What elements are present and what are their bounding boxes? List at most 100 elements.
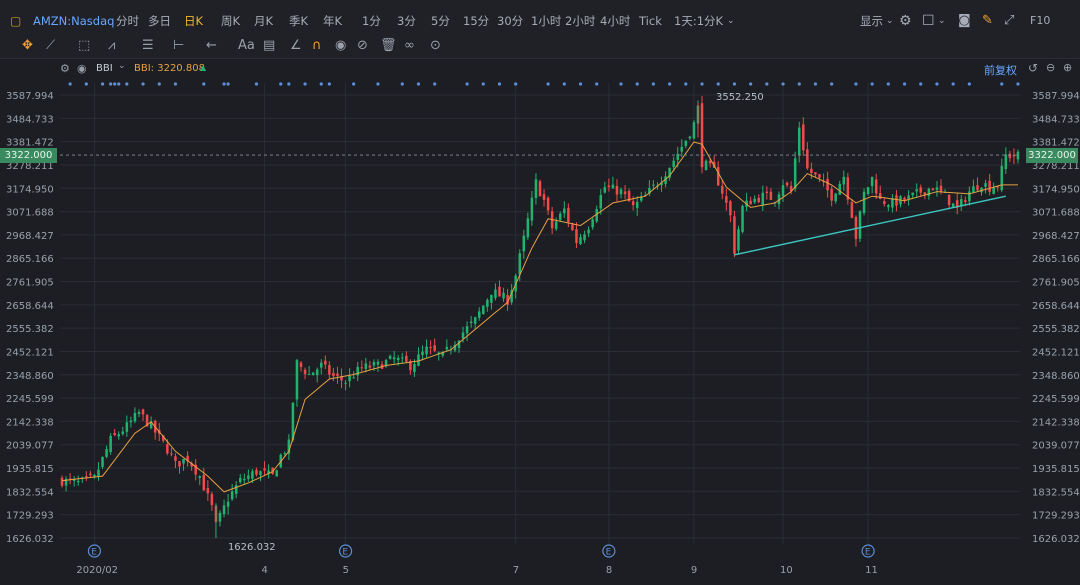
candle-body	[850, 202, 854, 218]
candle-body	[206, 487, 210, 494]
candle-body	[607, 185, 611, 187]
candle-body	[558, 213, 562, 220]
current-price-left: 3322.000	[0, 148, 57, 163]
candle-body	[498, 286, 501, 297]
candle-body	[874, 179, 878, 194]
y-tick-label-left: 2865.166	[6, 254, 54, 265]
candle-body	[672, 160, 675, 167]
y-tick-label-left: 2452.121	[6, 347, 54, 358]
candle-body	[222, 505, 226, 514]
candle-body	[575, 229, 578, 244]
candle-body	[716, 167, 720, 186]
candle-body	[599, 195, 603, 209]
event-dot	[465, 82, 469, 86]
candle-body	[97, 469, 100, 477]
candle-body	[376, 361, 380, 365]
candle-body	[915, 189, 918, 192]
current-price-right: 3322.000	[1026, 148, 1078, 163]
candle-body	[125, 422, 129, 432]
candle-body	[684, 140, 688, 146]
event-dot	[319, 82, 323, 86]
candlestick-chart[interactable]: 3587.994 3587.994 3484.733 3484.733 3381.472…	[0, 0, 1080, 585]
event-dot	[700, 82, 704, 86]
y-tick-label-left: 2968.427	[6, 231, 54, 242]
y-tick-label-left: 2142.338	[6, 417, 54, 428]
y-tick-label-left: 1935.815	[6, 464, 54, 475]
event-dot	[327, 82, 331, 86]
max-price-label: 3552.250	[716, 92, 764, 103]
candle-body	[741, 205, 744, 232]
event-dot	[619, 82, 623, 86]
y-tick-label-left: 3587.994	[6, 91, 54, 102]
y-tick-label-right: 2039.077	[1032, 441, 1080, 452]
candle-body	[579, 237, 582, 245]
candle-body	[396, 357, 400, 360]
event-dot	[352, 82, 356, 86]
x-tick-label: 11	[865, 565, 878, 576]
candle-body	[174, 456, 177, 461]
candle-body	[141, 409, 145, 415]
event-dot	[732, 82, 737, 86]
event-dot	[1016, 82, 1020, 86]
candle-body	[405, 355, 408, 362]
event-dot	[749, 82, 753, 86]
candle-body	[733, 216, 736, 254]
candle-body	[826, 178, 829, 191]
candle-body	[931, 188, 935, 191]
candle-body	[907, 195, 910, 200]
event-dot	[886, 82, 890, 86]
candle-body	[887, 205, 890, 208]
candle-body	[76, 480, 80, 483]
y-tick-label-left: 2555.382	[6, 324, 54, 335]
candle-body	[1004, 154, 1008, 170]
candle-body	[704, 160, 708, 171]
y-tick-label-left: 3174.950	[6, 184, 54, 195]
candle-body	[198, 476, 202, 478]
y-tick-label-left: 3071.688	[6, 208, 54, 219]
event-dot	[716, 82, 720, 86]
candle-body	[490, 294, 493, 303]
event-dot	[684, 82, 688, 86]
candle-body	[311, 372, 315, 376]
event-dot	[854, 82, 858, 86]
event-dot	[951, 82, 955, 86]
event-dot	[813, 82, 818, 86]
candle-body	[862, 191, 866, 213]
candle-body	[765, 191, 769, 193]
event-dot	[226, 82, 230, 86]
candle-body	[283, 453, 287, 455]
y-tick-label-right: 3381.472	[1032, 138, 1080, 149]
candle-body	[182, 458, 185, 464]
candle-body	[810, 168, 813, 174]
candle-body	[417, 354, 420, 366]
candle-body	[769, 191, 773, 200]
candle-body	[1008, 153, 1012, 159]
event-dot	[254, 82, 259, 86]
event-dot	[1000, 82, 1004, 86]
x-tick-label: 8	[606, 565, 612, 576]
event-dot	[781, 82, 785, 86]
candle-body	[878, 193, 882, 199]
y-tick-label-left: 1832.554	[6, 487, 54, 498]
candle-body	[935, 187, 939, 190]
candle-body	[303, 369, 307, 375]
event-dot	[109, 82, 113, 86]
candle-body	[939, 185, 943, 192]
candle-body	[388, 355, 392, 359]
candle-body	[137, 412, 141, 414]
candle-body	[530, 197, 534, 221]
y-tick-label-right: 2452.121	[1032, 347, 1080, 358]
candle-body	[202, 474, 206, 491]
candle-body	[834, 193, 837, 202]
candle-body	[255, 469, 258, 475]
candle-body	[117, 434, 120, 437]
event-dot	[797, 82, 801, 86]
candle-body	[433, 345, 436, 351]
candle-body	[295, 360, 299, 400]
candle-body	[785, 182, 789, 186]
candle-body	[230, 491, 234, 500]
candle-body	[797, 127, 801, 156]
y-tick-label-right: 2142.338	[1032, 417, 1080, 428]
candle-body	[421, 351, 424, 356]
candle-body	[895, 195, 898, 206]
